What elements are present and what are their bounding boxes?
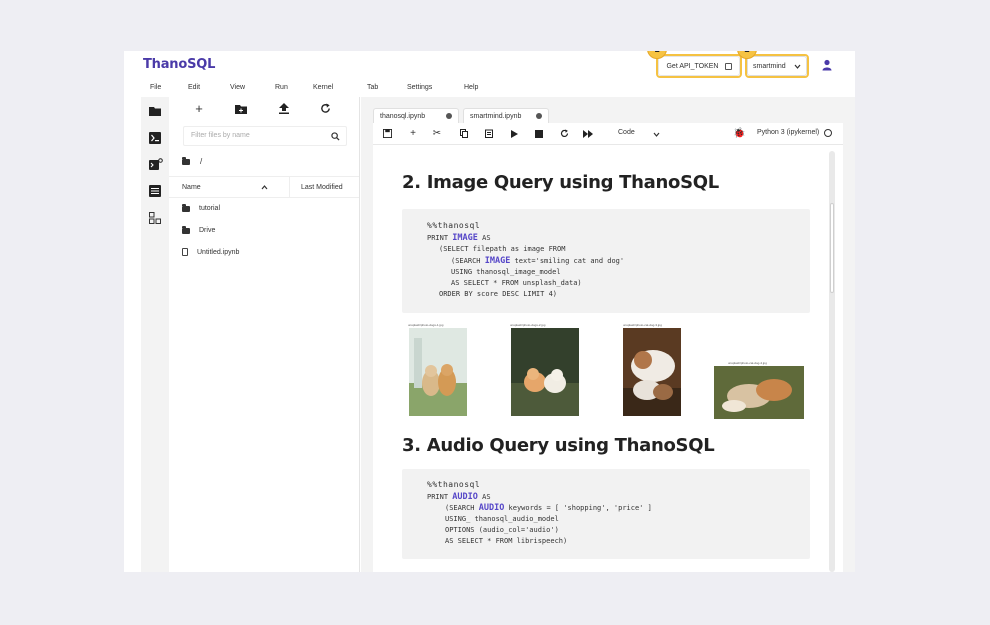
code-line: AS SELECT * FROM unsplash_data) [451, 279, 582, 287]
code-line: PRINT IMAGE AS [427, 233, 491, 243]
notebook-icon [182, 248, 188, 256]
dog-photo-2 [511, 328, 579, 416]
tab-smartmind[interactable]: smartmind.ipynb [463, 108, 549, 123]
image-caption: unsplash/photo-cat-dog-4.jpg [728, 361, 767, 365]
save-icon[interactable] [383, 129, 392, 138]
code-line: USING_ thanosql_audio_model [445, 515, 559, 523]
code-line: ORDER BY score DESC LIMIT 4) [439, 290, 558, 298]
code-line: PRINT AUDIO AS [427, 492, 491, 502]
section-heading-audio: 3. Audio Query using ThanoSQL [402, 435, 715, 456]
fast-forward-icon[interactable] [583, 130, 593, 138]
code-line: %%thanosql [427, 221, 481, 230]
stop-icon[interactable] [535, 130, 543, 138]
scrollbar-thumb[interactable] [830, 203, 834, 293]
menu-run[interactable]: Run [275, 84, 288, 91]
restart-icon[interactable] [560, 129, 569, 138]
extensions-icon[interactable] [149, 212, 161, 224]
file-list-item[interactable]: Drive [182, 225, 216, 234]
image-caption: unsplash/photo-cat-dog-3.jpg [623, 323, 662, 327]
code-line: (SEARCH AUDIO keywords = [ 'shopping', '… [445, 503, 652, 513]
copy-icon[interactable] [460, 129, 468, 138]
code-line: (SELECT filepath as image FROM [439, 245, 566, 253]
new-launcher-icon[interactable]: + [192, 102, 206, 116]
file-list-item[interactable]: Untitled.ipynb [182, 248, 239, 256]
menu-help[interactable]: Help [464, 84, 478, 91]
file-name: Untitled.ipynb [197, 248, 240, 256]
folder-icon [182, 225, 190, 234]
kernel-name[interactable]: Python 3 (ipykernel) [757, 129, 819, 136]
activity-rail [141, 97, 169, 572]
menu-file[interactable]: File [150, 84, 161, 91]
file-name: tutorial [199, 205, 221, 212]
column-last-modified[interactable]: Last Modified [301, 184, 343, 191]
menu-edit[interactable]: Edit [188, 84, 200, 91]
close-icon[interactable] [446, 113, 452, 119]
add-cell-icon[interactable]: + [408, 128, 418, 139]
file-list-header: Name Last Modified [169, 176, 359, 198]
callout-frame-2 [745, 54, 809, 78]
terminal-icon[interactable] [149, 132, 161, 144]
breadcrumb-root[interactable]: / [200, 157, 202, 166]
notebook-area: thanosql.ipynb smartmind.ipynb + ✂ Code … [361, 97, 855, 572]
cell-type-select[interactable]: Code [618, 129, 635, 136]
column-name[interactable]: Name [182, 184, 201, 191]
breadcrumb: / [182, 156, 202, 166]
debugger-icon[interactable]: 🐞 [733, 128, 745, 139]
tab-label: thanosql.ipynb [380, 112, 426, 120]
upload-icon[interactable] [279, 103, 289, 114]
filter-placeholder: Filter files by name [191, 132, 250, 139]
search-icon [331, 132, 340, 141]
folder-icon [182, 203, 190, 212]
tab-thanosql[interactable]: thanosql.ipynb [373, 108, 459, 123]
callout-frame-1 [656, 54, 742, 78]
code-cell-audio[interactable]: %%thanosql PRINT AUDIO AS (SEARCH AUDIO … [402, 469, 810, 559]
close-icon[interactable] [536, 113, 542, 119]
tab-label: smartmind.ipynb [470, 112, 522, 120]
file-list-item[interactable]: tutorial [182, 203, 221, 212]
new-folder-icon[interactable] [235, 104, 247, 114]
menu-tab[interactable]: Tab [367, 84, 378, 91]
image-caption: unsplash/photo-dogs-2.jpg [510, 323, 546, 327]
chevron-down-icon[interactable] [653, 132, 660, 137]
table-of-contents-icon[interactable] [149, 185, 161, 197]
code-cell-image[interactable]: %%thanosql PRINT IMAGE AS (SELECT filepa… [402, 209, 810, 313]
cut-icon[interactable]: ✂ [432, 128, 442, 139]
menu-settings[interactable]: Settings [407, 84, 432, 91]
file-browser: + Filter files by name / Name Last Modif… [169, 97, 360, 572]
menu-kernel[interactable]: Kernel [313, 84, 333, 91]
notebook-content: 2. Image Query using ThanoSQL %%thanosql… [373, 145, 843, 572]
paste-icon[interactable] [485, 129, 493, 138]
app-window: ThanoSQL Get API_TOKEN 1 smartmind 2 Fil… [124, 51, 855, 572]
file-name: Drive [199, 227, 216, 234]
menu-bar: File Edit View Run Kernel Tab Settings H… [124, 81, 855, 97]
folder-icon[interactable] [149, 105, 161, 117]
menu-view[interactable]: View [230, 84, 245, 91]
code-line: (SEARCH IMAGE text='smiling cat and dog' [451, 256, 625, 266]
running-sessions-icon[interactable] [149, 158, 163, 170]
code-line: OPTIONS (audio_col='audio') [445, 526, 559, 534]
user-icon[interactable] [821, 59, 833, 71]
refresh-icon[interactable] [320, 103, 331, 114]
code-line: AS SELECT * FROM librispeech) [445, 537, 568, 545]
file-filter-input[interactable]: Filter files by name [183, 126, 347, 146]
folder-icon [182, 156, 190, 165]
notebook-toolbar: + ✂ Code 🐞 Python 3 (ipykernel) [373, 123, 843, 145]
cat-dog-photo-4 [714, 366, 804, 419]
brand-logo: ThanoSQL [143, 57, 216, 72]
code-line: %%thanosql [427, 480, 481, 489]
cat-dog-photo-3 [623, 328, 681, 416]
column-divider [289, 177, 290, 198]
code-line: USING thanosql_image_model [451, 268, 561, 276]
section-heading-image: 2. Image Query using ThanoSQL [402, 172, 719, 193]
kernel-status-icon [824, 129, 832, 137]
chevron-up-icon[interactable] [261, 185, 268, 190]
run-icon[interactable] [511, 130, 518, 138]
image-caption: unsplash/photo-dogs-1.jpg [408, 323, 444, 327]
dog-photo-1 [409, 328, 467, 416]
